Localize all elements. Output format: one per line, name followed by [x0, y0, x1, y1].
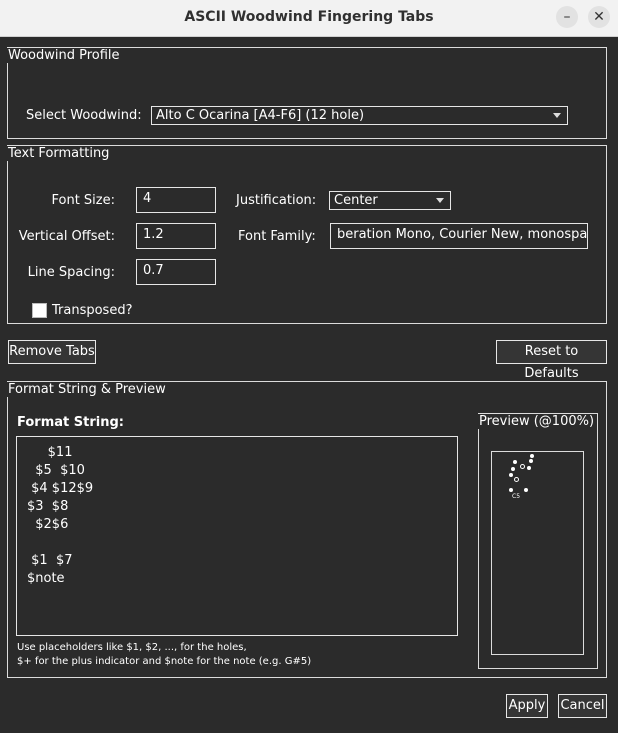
cancel-button[interactable]: Cancel — [558, 694, 607, 718]
preview-hole-open — [514, 477, 519, 482]
chevron-down-icon — [436, 198, 444, 203]
format-line: $11 — [27, 445, 73, 460]
select-woodwind-label: Select Woodwind: — [26, 108, 142, 123]
line-spacing-label: Line Spacing: — [27, 265, 115, 280]
preview-hole-dot — [511, 467, 515, 471]
font-family-label: Font Family: — [238, 229, 316, 244]
reset-defaults-button[interactable]: Reset to Defaults — [496, 340, 607, 381]
format-hint-line2: $+ for the plus indicator and $note for … — [17, 656, 312, 667]
chevron-down-icon — [553, 113, 561, 118]
preview-label: Preview (@100%) — [477, 414, 597, 429]
format-line: $3 $8 — [27, 499, 69, 514]
vertical-offset-label: Vertical Offset: — [18, 229, 115, 244]
font-size-label: Font Size: — [51, 193, 115, 208]
window-title: ASCII Woodwind Fingering Tabs — [184, 9, 434, 25]
apply-button[interactable]: Apply — [506, 694, 548, 718]
minimize-button[interactable]: – — [556, 6, 578, 28]
preview-hole-dot — [530, 454, 534, 458]
transposed-label: Transposed? — [52, 303, 133, 318]
transposed-checkbox[interactable] — [32, 303, 47, 318]
format-line: $5 $10 — [27, 463, 85, 478]
preview-hole-open — [520, 464, 525, 469]
line-spacing-input[interactable]: 0.7 — [136, 259, 216, 285]
preview-hole-dot — [509, 473, 513, 477]
font-family-input[interactable]: beration Mono, Courier New, monospace — [330, 223, 588, 249]
text-formatting-title: Text Formatting — [6, 146, 112, 161]
preview-hole-dot — [524, 488, 528, 492]
vertical-offset-input[interactable]: 1.2 — [136, 223, 216, 249]
preview-note: C5 — [512, 493, 521, 500]
preview-hole-dot — [527, 466, 531, 470]
preview-canvas: C5 — [491, 451, 584, 655]
woodwind-profile-title: Woodwind Profile — [6, 48, 122, 63]
format-line: $2$6 — [27, 517, 69, 532]
justification-select-value: Center — [334, 193, 378, 208]
preview-hole-dot — [509, 488, 513, 492]
font-size-input[interactable]: 4 — [136, 187, 216, 213]
minimize-icon: – — [563, 9, 571, 25]
woodwind-select[interactable]: Alto C Ocarina [A4-F6] (12 hole) — [151, 106, 568, 125]
format-preview-title: Format String & Preview — [6, 382, 168, 397]
close-button[interactable]: ✕ — [588, 6, 610, 28]
title-bar[interactable]: ASCII Woodwind Fingering Tabs – ✕ — [0, 0, 618, 37]
format-line: $4 $12$9 — [27, 481, 94, 496]
justification-label: Justification: — [236, 193, 317, 208]
format-line: $note — [27, 571, 65, 586]
format-string-editor[interactable]: $11 $5 $10 $4 $12$9 $3 $8 $2$6 $1 $7 $no… — [16, 436, 458, 636]
preview-hole-dot — [513, 460, 517, 464]
justification-select[interactable]: Center — [329, 191, 451, 210]
format-string-label: Format String: — [17, 415, 124, 430]
woodwind-select-value: Alto C Ocarina [A4-F6] (12 hole) — [156, 108, 365, 123]
close-icon: ✕ — [593, 9, 605, 25]
format-line: $1 $7 — [27, 553, 73, 568]
preview-hole-dot — [529, 459, 533, 463]
remove-tabs-button[interactable]: Remove Tabs — [8, 340, 96, 364]
format-hint-line1: Use placeholders like $1, $2, ..., for t… — [17, 642, 247, 653]
